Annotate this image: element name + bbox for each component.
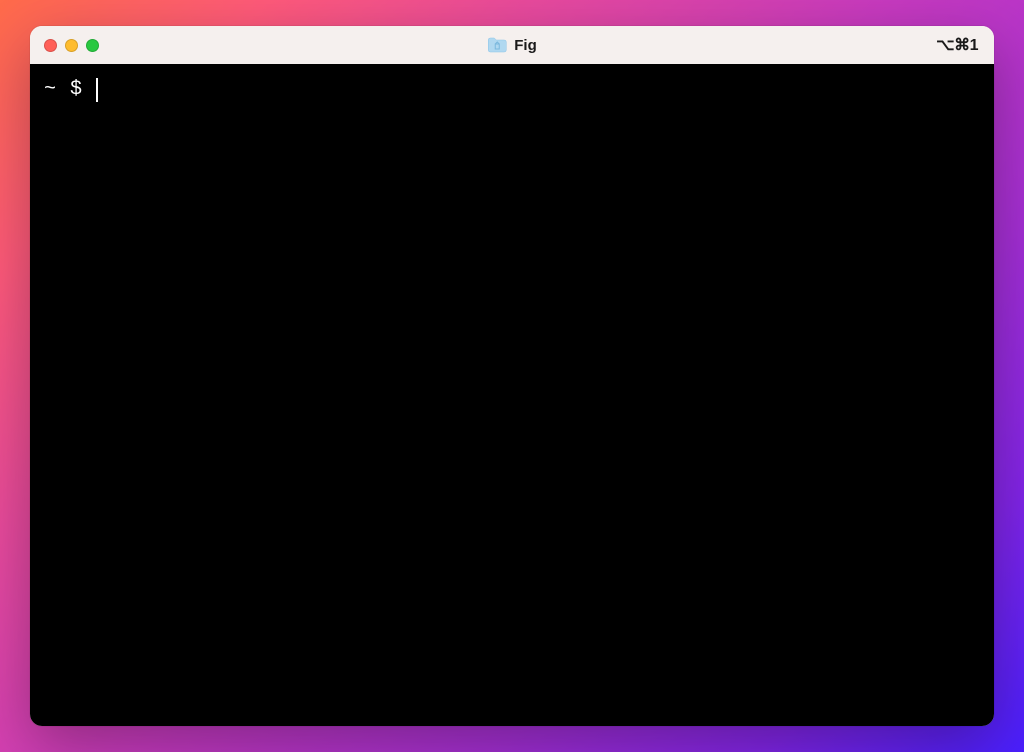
- traffic-lights: [44, 39, 99, 52]
- title-center: Fig: [487, 37, 537, 54]
- terminal-window: Fig ⌥⌘1 ~ $: [30, 26, 994, 726]
- maximize-button[interactable]: [86, 39, 99, 52]
- window-titlebar[interactable]: Fig ⌥⌘1: [30, 26, 994, 64]
- prompt-symbol: $: [70, 76, 82, 104]
- window-title: Fig: [514, 37, 537, 54]
- minimize-button[interactable]: [65, 39, 78, 52]
- terminal-body[interactable]: ~ $: [30, 64, 994, 726]
- folder-icon: [487, 37, 507, 53]
- cursor: [96, 78, 98, 102]
- close-button[interactable]: [44, 39, 57, 52]
- prompt-line: ~ $: [44, 76, 980, 104]
- shortcut-hint: ⌥⌘1: [936, 35, 978, 55]
- prompt-cwd: ~: [44, 76, 56, 104]
